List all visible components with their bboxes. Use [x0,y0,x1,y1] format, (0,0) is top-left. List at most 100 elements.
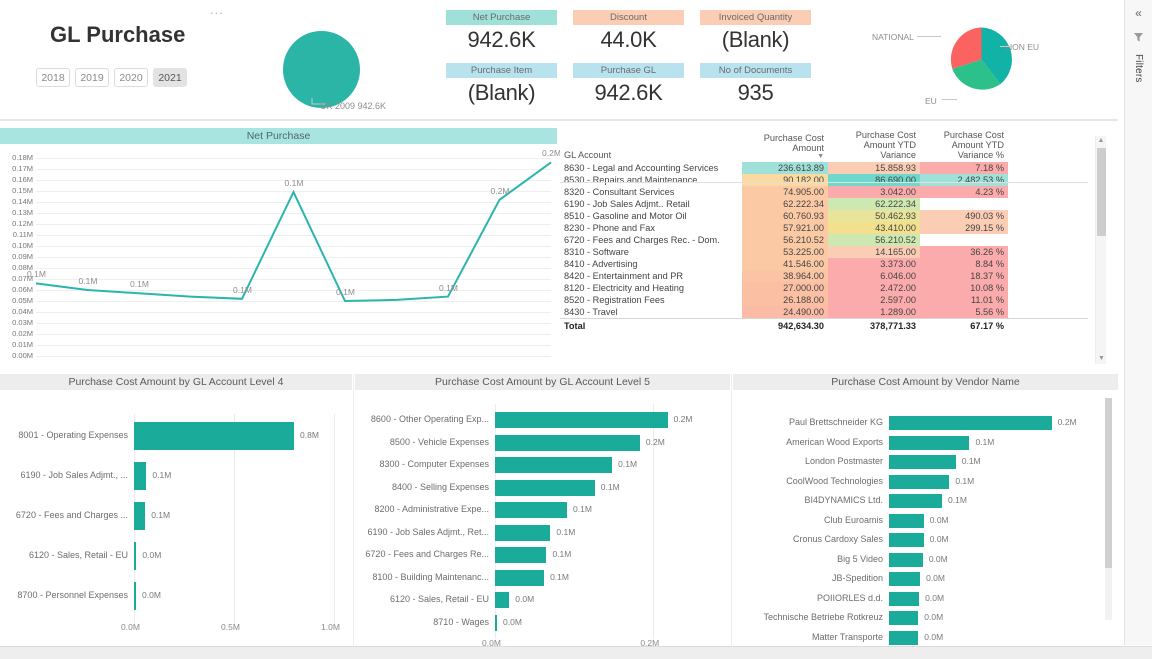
bar-category-label[interactable]: 8600 - Other Operating Exp... [355,414,489,424]
table-row[interactable]: 8630 - Legal and Accounting Services 236.… [560,162,1088,174]
table-row[interactable]: 8120 - Electricity and Heating 27.000.00 2… [560,282,1088,294]
bar[interactable] [495,569,545,586]
bar[interactable] [889,591,920,606]
bar[interactable] [889,552,923,567]
bar-category-label[interactable]: American Wood Exports [733,437,883,447]
bar[interactable] [134,462,147,490]
table-row[interactable]: 8230 - Phone and Fax 57.921.00 43.410.00 29… [560,222,1088,234]
filter-funnel-icon[interactable] [1133,30,1144,48]
bar-category-label[interactable]: POIIORLES d.d. [733,593,883,603]
year-button-2021[interactable]: 2021 [153,68,187,87]
kpi-card-purchase-gl[interactable]: Purchase GL 942.6K [573,63,684,108]
bar-category-label[interactable]: 6120 - Sales, Retail - EU [0,550,128,560]
kpi-card-no-of-documents[interactable]: No of Documents 935 [700,63,811,108]
bar[interactable] [889,474,950,489]
bar-category-label[interactable]: JB-Spedition [733,573,883,583]
year-button-2018[interactable]: 2018 [36,68,70,87]
bar-category-label[interactable]: Matter Transporte [733,632,883,642]
bar-category-label[interactable]: Club Euroamis [733,515,883,525]
table-row[interactable]: 8310 - Software 53.225.00 14.165.00 36.26 % [560,246,1088,258]
vendor-bar-chart[interactable]: Purchase Cost Amount by Vendor Name Paul… [733,374,1118,645]
kpi-card-purchase-item[interactable]: Purchase Item (Blank) [446,63,557,108]
bar-category-label[interactable]: CoolWood Technologies [733,476,883,486]
year-button-2020[interactable]: 2020 [114,68,148,87]
table-row[interactable]: 8410 - Advertising 41.546.00 3.373.00 8.84 … [560,258,1088,270]
bar[interactable] [889,494,943,508]
gl-account-table[interactable]: GL Account Purchase Cost Amount ▼ Purcha… [560,130,1118,370]
table-row[interactable]: 8320 - Consultant Services 74.905.00 3.042… [560,186,1088,198]
gl-level5-bar-chart[interactable]: Purchase Cost Amount by GL Account Level… [355,374,730,648]
vendor-chart-scrollbar[interactable] [1105,398,1112,620]
collapse-pane-icon[interactable]: « [1135,6,1142,20]
bar[interactable] [134,502,146,530]
scrollbar-thumb[interactable] [1105,398,1112,568]
bar-category-label[interactable]: 8710 - Wages [355,617,489,627]
bar-category-label[interactable]: 8200 - Administrative Expe... [355,504,489,514]
bar-category-label[interactable]: 6720 - Fees and Charges Re... [355,549,489,559]
bar-category-label[interactable]: Technische Betriebe Rotkreuz [733,612,883,622]
column-header-purchase-cost-amount[interactable]: Purchase Cost Amount ▼ [742,130,828,162]
more-options-icon[interactable]: ... [210,2,224,17]
bar[interactable] [495,547,547,563]
kpi-card-invoiced-quantity[interactable]: Invoiced Quantity (Blank) [700,10,811,55]
table[interactable]: GL Account Purchase Cost Amount ▼ Purcha… [560,130,1088,332]
column-header-ytd-variance-pct[interactable]: Purchase Cost Amount YTD Variance % [920,130,1008,162]
bar[interactable] [495,502,568,518]
bar[interactable] [889,435,970,450]
table-scrollbar[interactable]: ▲ ▼ [1095,136,1106,364]
bar-category-label[interactable]: London Postmaster [733,456,883,466]
bar[interactable] [889,455,956,469]
bar[interactable] [134,422,294,450]
table-row[interactable]: 8530 - Repairs and Maintenance 90.182.00 8… [560,174,1088,186]
bar-category-label[interactable]: 6720 - Fees and Charges ... [0,510,128,520]
column-header-ytd-variance[interactable]: Purchase Cost Amount YTD Variance [828,130,920,162]
bar[interactable] [889,611,919,625]
gl-level4-bar-chart[interactable]: Purchase Cost Amount by GL Account Level… [0,374,352,645]
bar[interactable] [495,457,613,473]
table-row[interactable]: 6190 - Job Sales Adjmt.. Retail 62.222.34… [560,198,1088,210]
kpi-card-net-purchase[interactable]: Net Purchase 942.6K [446,10,557,55]
bar-category-label[interactable]: 8500 - Vehicle Expenses [355,437,489,447]
bar-category-label[interactable]: 6190 - Job Sales Adjmt., Ret... [355,527,489,537]
bar-category-label[interactable]: BI4DYNAMICS Ltd. [733,495,883,505]
bar-category-label[interactable]: 6190 - Job Sales Adjmt., ... [0,470,128,480]
bar[interactable] [495,479,595,496]
bar-chart-plot[interactable]: 8600 - Other Operating Exp... 0.2M 8500 - … [355,394,730,648]
bar-category-label[interactable]: 8400 - Selling Expenses [355,482,489,492]
bar-category-label[interactable]: Cronus Cardoxy Sales [733,534,883,544]
bar[interactable] [495,592,510,608]
bar-category-label[interactable]: Big 5 Video [733,554,883,564]
purchase-by-region-pie[interactable] [948,26,1015,93]
bar[interactable] [134,582,136,610]
table-row[interactable]: 8520 - Registration Fees 26.188.00 2.597.0… [560,294,1088,306]
scroll-down-icon[interactable]: ▼ [1096,354,1107,364]
line-chart-plot[interactable]: 0.18M 0.17M 0.16M 0.15M 0.14M 0.13M 0.12M 0.11M… [0,148,561,370]
bar-chart-plot[interactable]: Paul Brettschneider KG 0.2M American Wood … [733,394,1118,645]
scrollbar-thumb[interactable] [1097,148,1106,236]
bar[interactable] [889,572,921,586]
year-button-2019[interactable]: 2019 [75,68,109,87]
bar[interactable] [495,434,640,451]
bar[interactable] [495,412,668,428]
bar[interactable] [889,513,924,528]
bar[interactable] [134,542,137,570]
bar[interactable] [495,524,551,541]
kpi-card-discount[interactable]: Discount 44.0K [573,10,684,55]
year-slicer[interactable]: 2018 2019 2020 2021 [36,68,187,87]
bar[interactable] [889,533,924,547]
bar-chart-plot[interactable]: 8001 - Operating Expenses 0.8M 6190 - Job … [0,394,352,645]
filters-pane[interactable]: « Filters [1124,0,1152,645]
scroll-up-icon[interactable]: ▲ [1096,136,1106,146]
bar[interactable] [889,630,919,645]
table-row[interactable]: 8420 - Entertainment and PR 38.964.00 6.04… [560,270,1088,282]
bar-category-label[interactable]: 6120 - Sales, Retail - EU [355,594,489,604]
bar-category-label[interactable]: 8300 - Computer Expenses [355,459,489,469]
table-body[interactable]: 8630 - Legal and Accounting Services 236.… [560,162,1088,332]
bar[interactable] [495,614,497,631]
bar-category-label[interactable]: Paul Brettschneider KG [733,417,883,427]
column-header-gl-account[interactable]: GL Account [560,130,742,162]
bar-category-label[interactable]: 8700 - Personnel Expenses [0,590,128,600]
table-row[interactable]: 8430 - Travel 24.490.00 1.289.00 5.56 % [560,306,1088,319]
table-row[interactable]: 6720 - Fees and Charges Rec. - Dom. 56.21… [560,234,1088,246]
sort-caret-icon[interactable]: ▼ [746,153,824,160]
